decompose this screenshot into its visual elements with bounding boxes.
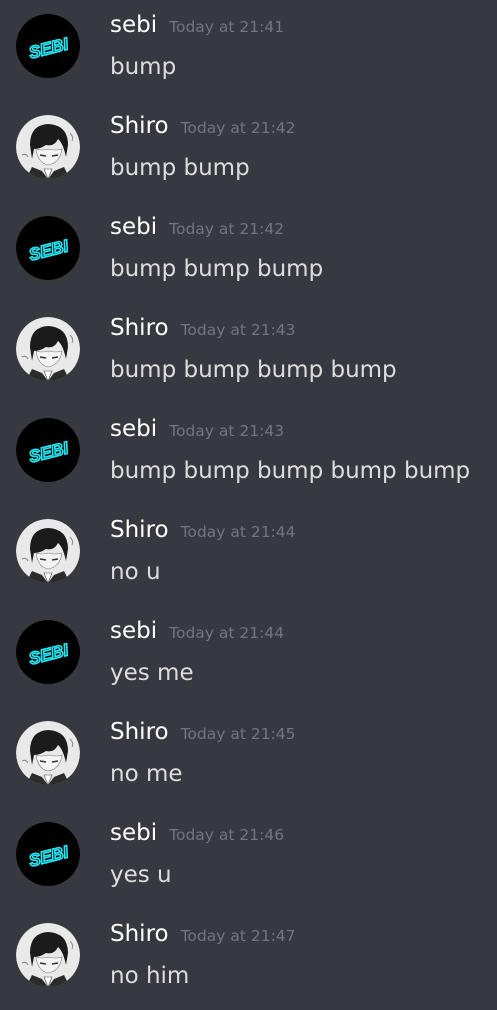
message-timestamp: Today at 21:42	[169, 220, 285, 238]
chat-message: SEBI sebi Today at 21:46 yes u	[0, 808, 497, 909]
message-header: sebi Today at 21:41	[110, 8, 284, 42]
chat-message: Shiro Today at 21:45 no me	[0, 707, 497, 808]
chat-message: SEBI sebi Today at 21:44 yes me	[0, 606, 497, 707]
message-header: Shiro Today at 21:45	[110, 715, 296, 749]
chat-message: Shiro Today at 21:44 no u	[0, 505, 497, 606]
anime-character-avatar-icon	[16, 317, 80, 381]
chat-message-list: SEBI sebi Today at 21:41 bump Shiro Toda…	[0, 0, 497, 1002]
user-avatar-sebi[interactable]: SEBI	[16, 14, 80, 78]
chat-message: SEBI sebi Today at 21:42 bump bump bump	[0, 202, 497, 303]
message-timestamp: Today at 21:44	[180, 523, 296, 541]
chat-message: Shiro Today at 21:42 bump bump	[0, 101, 497, 202]
message-timestamp: Today at 21:44	[169, 624, 285, 642]
user-avatar-sebi[interactable]: SEBI	[16, 216, 80, 280]
chat-message: Shiro Today at 21:47 no him	[0, 909, 497, 1010]
message-content: bump bump bump bump	[110, 357, 397, 383]
message-header: sebi Today at 21:46	[110, 816, 284, 850]
message-timestamp: Today at 21:43	[169, 422, 285, 440]
message-timestamp: Today at 21:45	[180, 725, 296, 743]
sebi-neon-logo-icon: SEBI	[16, 216, 80, 280]
chat-message: Shiro Today at 21:43 bump bump bump bump	[0, 303, 497, 404]
sebi-neon-logo-icon: SEBI	[16, 418, 80, 482]
message-content: bump bump	[110, 155, 250, 181]
user-avatar-shiro[interactable]	[16, 115, 80, 179]
sebi-neon-logo-icon: SEBI	[16, 822, 80, 886]
message-header: sebi Today at 21:44	[110, 614, 284, 648]
message-header: sebi Today at 21:43	[110, 412, 284, 446]
message-header: Shiro Today at 21:44	[110, 513, 296, 547]
chat-message: SEBI sebi Today at 21:43 bump bump bump …	[0, 404, 497, 505]
message-author[interactable]: sebi	[110, 8, 157, 42]
message-timestamp: Today at 21:41	[169, 18, 285, 36]
user-avatar-sebi[interactable]: SEBI	[16, 822, 80, 886]
message-author[interactable]: Shiro	[110, 109, 169, 143]
message-content: yes u	[110, 862, 172, 888]
message-content: bump bump bump	[110, 256, 324, 282]
message-timestamp: Today at 21:43	[180, 321, 296, 339]
message-header: sebi Today at 21:42	[110, 210, 284, 244]
message-content: bump	[110, 54, 177, 80]
message-content: yes me	[110, 660, 194, 686]
chat-message: SEBI sebi Today at 21:41 bump	[0, 0, 497, 101]
message-author[interactable]: sebi	[110, 614, 157, 648]
message-author[interactable]: Shiro	[110, 917, 169, 951]
message-author[interactable]: Shiro	[110, 715, 169, 749]
sebi-neon-logo-icon: SEBI	[16, 620, 80, 684]
message-header: Shiro Today at 21:47	[110, 917, 296, 951]
message-timestamp: Today at 21:47	[180, 927, 296, 945]
message-author[interactable]: sebi	[110, 816, 157, 850]
user-avatar-sebi[interactable]: SEBI	[16, 620, 80, 684]
user-avatar-shiro[interactable]	[16, 317, 80, 381]
message-header: Shiro Today at 21:43	[110, 311, 296, 345]
anime-character-avatar-icon	[16, 519, 80, 583]
message-content: no u	[110, 559, 161, 585]
anime-character-avatar-icon	[16, 923, 80, 987]
message-content: no him	[110, 963, 190, 989]
message-timestamp: Today at 21:42	[180, 119, 296, 137]
user-avatar-shiro[interactable]	[16, 519, 80, 583]
message-author[interactable]: Shiro	[110, 513, 169, 547]
message-header: Shiro Today at 21:42	[110, 109, 296, 143]
message-author[interactable]: Shiro	[110, 311, 169, 345]
user-avatar-sebi[interactable]: SEBI	[16, 418, 80, 482]
sebi-neon-logo-icon: SEBI	[16, 14, 80, 78]
message-content: no me	[110, 761, 183, 787]
anime-character-avatar-icon	[16, 115, 80, 179]
message-author[interactable]: sebi	[110, 412, 157, 446]
anime-character-avatar-icon	[16, 721, 80, 785]
message-timestamp: Today at 21:46	[169, 826, 285, 844]
user-avatar-shiro[interactable]	[16, 721, 80, 785]
message-author[interactable]: sebi	[110, 210, 157, 244]
message-content: bump bump bump bump bump	[110, 458, 471, 484]
user-avatar-shiro[interactable]	[16, 923, 80, 987]
